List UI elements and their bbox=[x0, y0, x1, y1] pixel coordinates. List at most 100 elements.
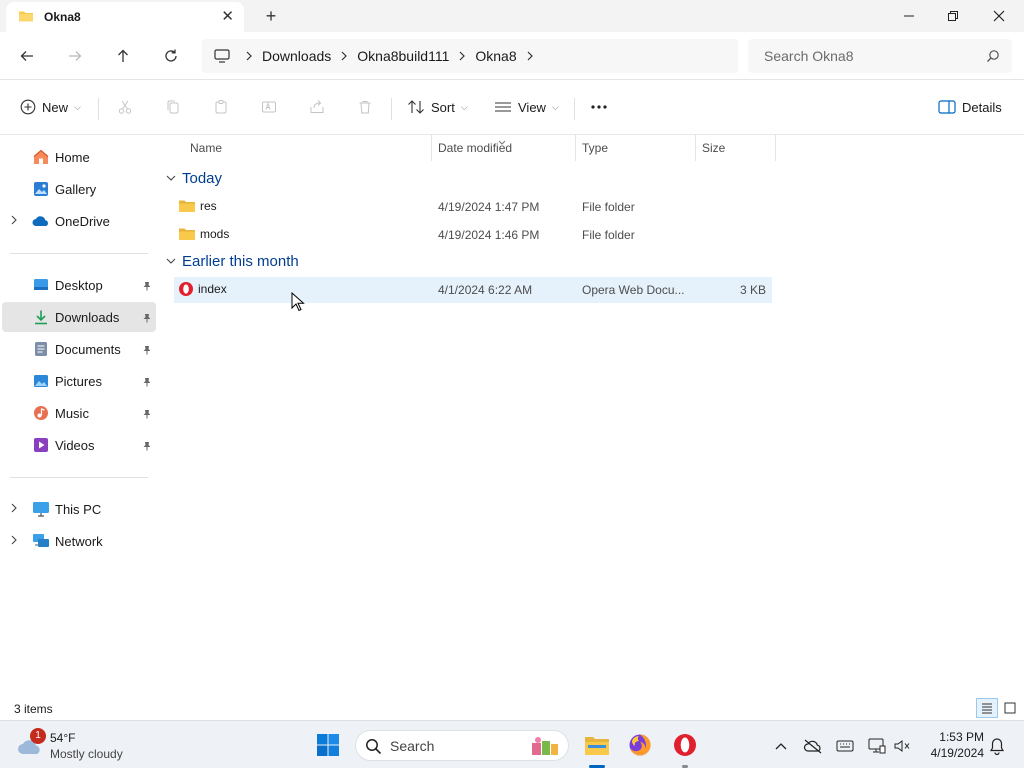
start-button[interactable] bbox=[310, 727, 346, 763]
breadcrumb-okna8build111[interactable]: Okna8build111 bbox=[357, 48, 449, 64]
videos-icon bbox=[32, 436, 50, 454]
search-placeholder: Search Okna8 bbox=[764, 48, 854, 64]
tiles-view-button[interactable] bbox=[999, 698, 1021, 718]
taskbar-search[interactable]: Search bbox=[355, 730, 569, 761]
sort-icon bbox=[407, 99, 425, 115]
breadcrumb[interactable]: Downloads Okna8build111 Okna8 bbox=[202, 39, 738, 73]
delete-button[interactable] bbox=[353, 95, 377, 119]
address-bar: Downloads Okna8build111 Okna8 Search Okn… bbox=[0, 32, 1024, 80]
more-options-button[interactable] bbox=[587, 95, 611, 119]
chevron-right-icon[interactable] bbox=[525, 51, 535, 61]
column-header-date[interactable]: Date modified bbox=[432, 135, 576, 161]
chevron-right-icon[interactable] bbox=[10, 502, 18, 517]
pictures-icon bbox=[32, 372, 50, 390]
taskbar-opera[interactable] bbox=[667, 727, 703, 763]
cut-icon bbox=[118, 100, 132, 114]
file-type: File folder bbox=[582, 200, 635, 214]
taskbar-firefox[interactable] bbox=[622, 727, 658, 763]
sidebar-item-desktop[interactable]: Desktop bbox=[2, 270, 156, 300]
search-icon bbox=[365, 738, 382, 758]
sidebar-item-label: Network bbox=[55, 533, 103, 549]
pin-icon[interactable] bbox=[142, 279, 152, 294]
search-input[interactable]: Search Okna8 bbox=[748, 39, 1012, 73]
breadcrumb-downloads[interactable]: Downloads bbox=[262, 48, 331, 64]
breadcrumb-okna8[interactable]: Okna8 bbox=[475, 48, 516, 64]
sidebar-item-documents[interactable]: Documents bbox=[2, 334, 156, 364]
chevron-right-icon[interactable] bbox=[10, 214, 18, 229]
chevron-right-icon[interactable] bbox=[10, 534, 18, 549]
rename-icon bbox=[262, 101, 276, 113]
arrow-left-icon bbox=[20, 51, 33, 61]
pin-icon[interactable] bbox=[142, 311, 152, 326]
sidebar-item-pictures[interactable]: Pictures bbox=[2, 366, 156, 396]
new-button[interactable]: New ⌵ bbox=[20, 95, 81, 119]
restore-icon bbox=[948, 11, 958, 21]
column-header-type[interactable]: Type bbox=[576, 135, 696, 161]
volume-button[interactable] bbox=[891, 735, 913, 757]
sidebar-item-videos[interactable]: Videos bbox=[2, 430, 156, 460]
pin-icon[interactable] bbox=[142, 407, 152, 422]
show-hidden-icons-button[interactable] bbox=[770, 735, 792, 757]
cut-button[interactable] bbox=[113, 95, 137, 119]
search-highlight-icon bbox=[530, 735, 560, 760]
monitor-icon[interactable] bbox=[214, 49, 230, 63]
pin-icon[interactable] bbox=[142, 439, 152, 454]
sidebar-item-home[interactable]: Home bbox=[2, 142, 156, 172]
column-header-size[interactable]: Size bbox=[696, 135, 776, 161]
rename-button[interactable] bbox=[257, 95, 281, 119]
table-row[interactable]: index 4/1/2024 6:22 AM Opera Web Docu...… bbox=[174, 277, 772, 303]
paste-button[interactable] bbox=[209, 95, 233, 119]
up-button[interactable] bbox=[110, 44, 136, 68]
tab-okna8[interactable]: Okna8 ✕ bbox=[6, 2, 244, 32]
forward-button[interactable] bbox=[62, 44, 88, 68]
group-header-earlier-this-month[interactable]: Earlier this month bbox=[166, 250, 299, 272]
onedrive-tray-button[interactable] bbox=[802, 735, 824, 757]
details-pane-button[interactable]: Details bbox=[938, 95, 1002, 119]
paste-icon bbox=[215, 100, 227, 114]
file-date: 4/1/2024 6:22 AM bbox=[438, 283, 533, 297]
close-tab-button[interactable]: ✕ bbox=[221, 9, 234, 25]
sort-button[interactable]: Sort ⌵ bbox=[407, 95, 468, 119]
file-size: 3 KB bbox=[739, 283, 766, 297]
share-button[interactable] bbox=[305, 95, 329, 119]
notifications-button[interactable] bbox=[986, 735, 1008, 757]
divider bbox=[391, 98, 392, 120]
chevron-right-icon[interactable] bbox=[244, 51, 254, 61]
sidebar-item-gallery[interactable]: Gallery bbox=[2, 174, 156, 204]
sidebar-item-downloads[interactable]: Downloads bbox=[2, 302, 156, 332]
arrow-up-icon bbox=[118, 49, 128, 62]
maximize-button[interactable] bbox=[930, 0, 976, 32]
sidebar-item-onedrive[interactable]: OneDrive bbox=[2, 206, 156, 236]
chevron-right-icon[interactable] bbox=[457, 51, 467, 61]
weather-widget[interactable]: 1 54°F Mostly cloudy bbox=[16, 727, 156, 763]
table-row[interactable]: res 4/19/2024 1:47 PM File folder bbox=[174, 194, 772, 220]
taskbar-search-label: Search bbox=[390, 737, 435, 754]
taskbar-file-explorer[interactable] bbox=[579, 727, 615, 763]
file-name-cell: index bbox=[178, 281, 227, 297]
back-button[interactable] bbox=[14, 44, 40, 68]
refresh-icon bbox=[165, 49, 177, 62]
column-header-name[interactable]: Name bbox=[184, 135, 432, 161]
display-button[interactable] bbox=[866, 735, 888, 757]
sidebar-item-this-pc[interactable]: This PC bbox=[2, 494, 156, 524]
firefox-icon bbox=[629, 734, 651, 756]
view-button[interactable]: View ⌵ bbox=[494, 95, 559, 119]
table-row[interactable]: mods 4/19/2024 1:46 PM File folder bbox=[174, 222, 772, 248]
new-tab-button[interactable]: + bbox=[262, 6, 280, 27]
pin-icon[interactable] bbox=[142, 375, 152, 390]
pin-icon[interactable] bbox=[142, 343, 152, 358]
clock[interactable]: 1:53 PM 4/19/2024 bbox=[920, 729, 984, 761]
keyboard-icon bbox=[836, 740, 854, 752]
sidebar-item-music[interactable]: Music bbox=[2, 398, 156, 428]
music-icon bbox=[32, 404, 50, 422]
chevron-right-icon[interactable] bbox=[339, 51, 349, 61]
group-header-today[interactable]: Today bbox=[166, 167, 222, 189]
refresh-button[interactable] bbox=[158, 44, 184, 68]
minimize-button[interactable] bbox=[886, 0, 932, 32]
sidebar-item-network[interactable]: Network bbox=[2, 526, 156, 556]
close-window-button[interactable] bbox=[976, 0, 1022, 32]
keyboard-button[interactable] bbox=[834, 735, 856, 757]
network-icon bbox=[32, 532, 50, 550]
details-view-button[interactable] bbox=[976, 698, 998, 718]
copy-button[interactable] bbox=[161, 95, 185, 119]
